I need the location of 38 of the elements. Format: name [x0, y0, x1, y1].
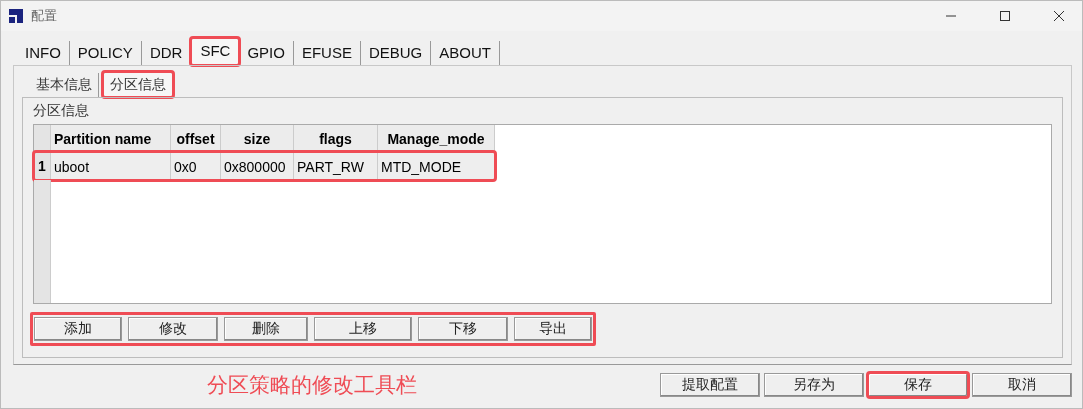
- table-corner: [34, 125, 51, 152]
- row-number: 1: [34, 152, 51, 180]
- tab[interactable]: GPIO: [239, 41, 294, 65]
- maximize-icon: [1000, 11, 1010, 21]
- tab[interactable]: ABOUT: [431, 41, 500, 65]
- tab[interactable]: SFC: [191, 38, 240, 65]
- column-header[interactable]: offset: [171, 125, 221, 152]
- footer-button[interactable]: 保存: [868, 373, 968, 397]
- table-row[interactable]: 1 uboot 0x0 0x800000 PART_RW MTD_MODE: [34, 152, 495, 180]
- tab[interactable]: INFO: [17, 41, 70, 65]
- footer-button[interactable]: 取消: [972, 373, 1072, 397]
- table-cell: 0x0: [171, 152, 221, 180]
- tab[interactable]: POLICY: [69, 41, 142, 65]
- table-cell: MTD_MODE: [378, 152, 495, 180]
- column-header[interactable]: Partition name: [51, 125, 171, 152]
- table-cell: PART_RW: [294, 152, 378, 180]
- sub-tab[interactable]: 分区信息: [103, 72, 173, 97]
- app-icon: [9, 9, 23, 23]
- tab[interactable]: DEBUG: [360, 41, 432, 65]
- footer-button[interactable]: 另存为: [764, 373, 864, 397]
- toolbar-button[interactable]: 删除: [224, 317, 308, 341]
- column-header[interactable]: flags: [294, 125, 378, 152]
- window-title: 配置: [31, 7, 58, 25]
- close-icon: [1054, 11, 1064, 21]
- toolbar-button[interactable]: 导出: [514, 317, 592, 341]
- group-title: 分区信息: [33, 102, 90, 120]
- column-header[interactable]: size: [221, 125, 294, 152]
- table-cell: uboot: [51, 152, 171, 180]
- table-cell: 0x800000: [221, 152, 294, 180]
- column-header[interactable]: Manage_mode: [378, 125, 495, 152]
- toolbar-button[interactable]: 下移: [418, 317, 508, 341]
- footer-button[interactable]: 提取配置: [660, 373, 760, 397]
- toolbar-button[interactable]: 添加: [34, 317, 122, 341]
- toolbar-button[interactable]: 修改: [128, 317, 218, 341]
- toolbar-button[interactable]: 上移: [314, 317, 412, 341]
- sub-tab[interactable]: 基本信息: [30, 73, 99, 97]
- tab[interactable]: EFUSE: [293, 41, 361, 65]
- annotation-text: 分区策略的修改工具栏: [207, 372, 418, 398]
